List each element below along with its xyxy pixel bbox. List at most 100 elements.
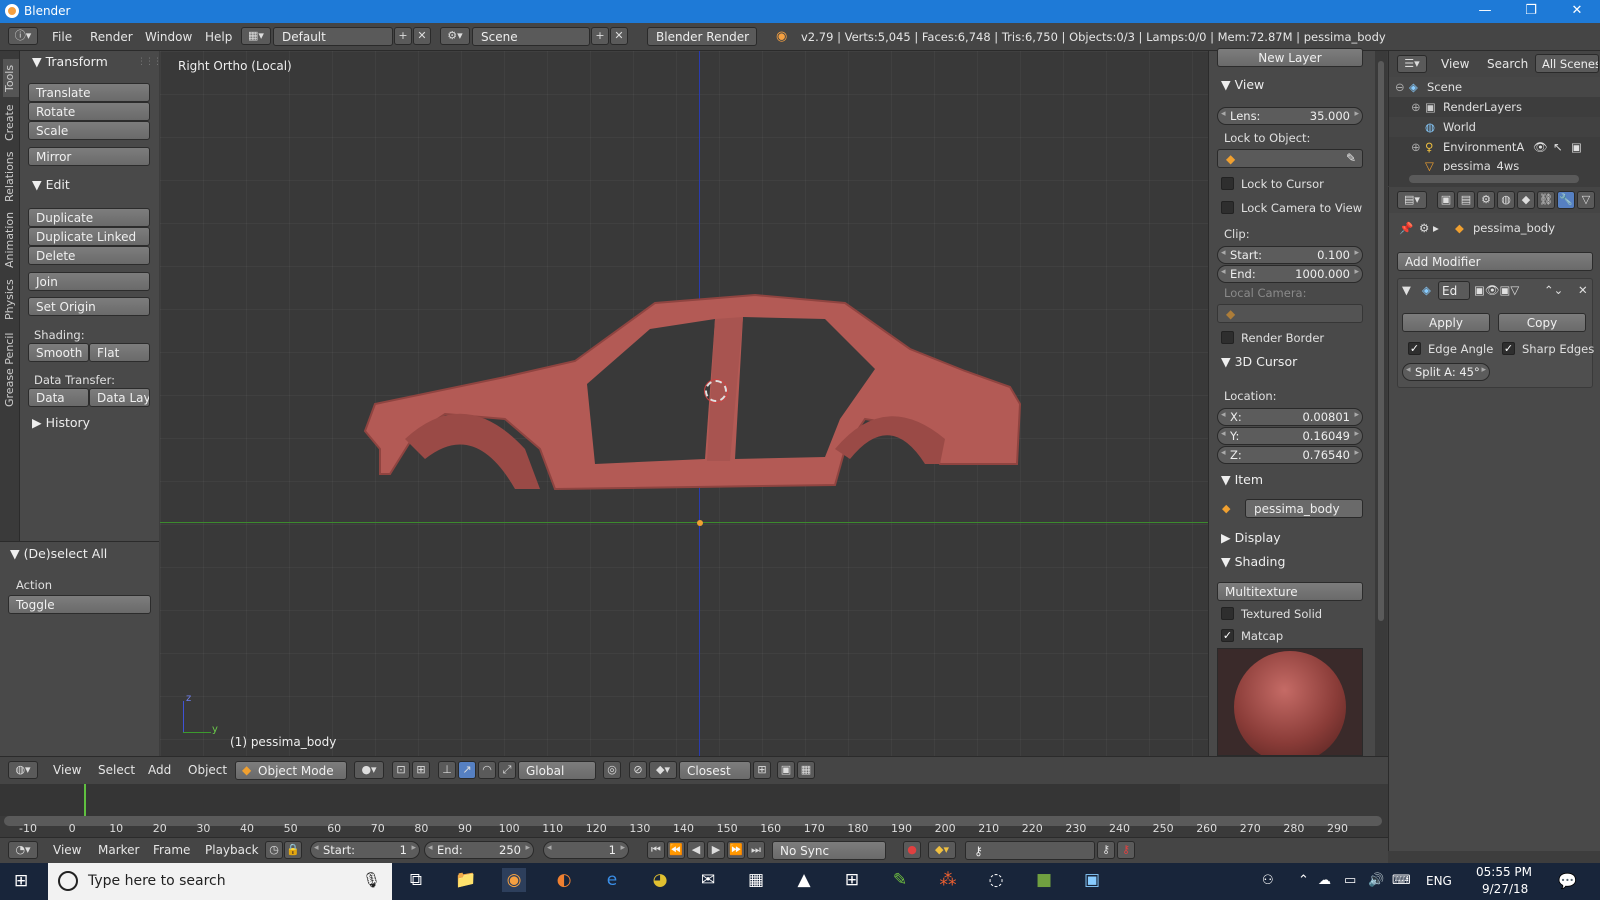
outliner-row-world[interactable]: ◍ World: [1389, 117, 1600, 137]
screen-layout-icon[interactable]: ▦▾: [241, 27, 271, 45]
3d-menu-object[interactable]: Object: [188, 763, 227, 777]
scene-icon[interactable]: ⚙▾: [440, 27, 470, 45]
delete-button[interactable]: Delete: [28, 246, 150, 265]
delete-keyframe-icon[interactable]: ⚷: [1117, 841, 1135, 859]
tab-animation[interactable]: Animation: [3, 209, 19, 271]
proportional-edit-icon[interactable]: ◎: [603, 761, 621, 779]
lock-object-field[interactable]: ◆ ✎: [1217, 149, 1363, 168]
preview-range-icon[interactable]: ◷: [265, 841, 283, 859]
lens-field[interactable]: Lens: 35.000: [1217, 107, 1363, 125]
textured-solid-checkbox[interactable]: [1221, 607, 1234, 620]
keyboard-icon[interactable]: ⌨: [1392, 873, 1411, 888]
3d-cursor-icon[interactable]: [705, 380, 727, 402]
start-frame-field[interactable]: Start: 1: [310, 841, 420, 859]
photos-icon[interactable]: ▲: [792, 868, 816, 892]
sync-mode-select[interactable]: No Sync: [772, 841, 886, 860]
display-panel-header[interactable]: ▶ Display: [1221, 530, 1281, 545]
select-arrow-icon[interactable]: ↖: [1553, 140, 1563, 154]
app-cycle-icon[interactable]: ◌: [984, 868, 1008, 892]
world-tab-icon[interactable]: ◍: [1497, 191, 1515, 209]
calculator-icon[interactable]: ▦: [744, 868, 768, 892]
timeline-menu-playback[interactable]: Playback: [205, 843, 259, 857]
visibility-eye-icon[interactable]: 👁: [1533, 140, 1548, 154]
scale-button[interactable]: Scale: [28, 121, 150, 140]
clock-date[interactable]: 9/27/18: [1482, 882, 1528, 896]
menu-file[interactable]: File: [52, 30, 72, 44]
display-mode-select[interactable]: All Scenes: [1535, 54, 1599, 73]
move-modifier-icons[interactable]: ⌃⌄: [1544, 283, 1563, 297]
set-origin-select[interactable]: Set Origin: [28, 297, 150, 316]
remove-scene-icon[interactable]: ✕: [610, 27, 628, 45]
view-panel-header[interactable]: ▼ View: [1221, 77, 1264, 92]
screen-layout-field[interactable]: Default: [273, 27, 393, 46]
onedrive-icon[interactable]: ☁: [1318, 873, 1331, 888]
outliner-row-environment[interactable]: ⊕ ♀ EnvironmentA 👁 ↖ ▣: [1389, 137, 1600, 157]
current-frame-line[interactable]: [84, 784, 86, 816]
sharp-edges-checkbox[interactable]: ✓: [1502, 342, 1515, 355]
outliner-row-scene[interactable]: ⊖ ◈ Scene: [1389, 77, 1600, 97]
join-button[interactable]: Join: [28, 272, 150, 291]
next-keyframe-icon[interactable]: ⏩: [727, 841, 745, 859]
object-name-field[interactable]: pessima_body: [1245, 499, 1363, 518]
3d-viewport[interactable]: Right Ortho (Local) z y (1) pessima_body: [160, 51, 1208, 756]
tab-tools[interactable]: Tools: [3, 59, 19, 97]
volume-icon[interactable]: 🔊: [1368, 873, 1384, 888]
add-layout-icon[interactable]: +: [394, 27, 412, 45]
action-select[interactable]: Toggle: [8, 595, 151, 614]
menu-help[interactable]: Help: [205, 30, 232, 44]
edit-panel-header[interactable]: ▼ Edit: [32, 177, 70, 192]
tab-physics[interactable]: Physics: [3, 275, 19, 325]
end-frame-field[interactable]: End: 250: [424, 841, 534, 859]
snap-element-icon[interactable]: ◆▾: [649, 761, 677, 779]
notifications-icon[interactable]: 💬: [1558, 872, 1577, 890]
cursor-x-field[interactable]: X: 0.00801: [1217, 408, 1363, 426]
render-preview-icon[interactable]: ▣: [777, 761, 795, 779]
menu-render[interactable]: Render: [90, 30, 133, 44]
cursor-z-field[interactable]: Z: 0.76540: [1217, 446, 1363, 464]
history-panel-header[interactable]: ▶ History: [32, 415, 90, 430]
firefox-icon[interactable]: ◐: [552, 868, 576, 892]
jump-end-icon[interactable]: ⏭: [747, 841, 765, 859]
data-layout-button[interactable]: Data Layo: [89, 388, 150, 407]
outliner-row-pessima[interactable]: ▽ pessima_4ws: [1389, 157, 1600, 171]
current-frame-field[interactable]: 1: [543, 841, 629, 859]
tab-grease-pencil[interactable]: Grease Pencil: [3, 329, 19, 411]
pivot-point-icon[interactable]: ⊡: [392, 761, 410, 779]
properties-editor-icon[interactable]: ▤▾: [1397, 191, 1427, 209]
collapse-modifier-icon[interactable]: ▼: [1402, 283, 1411, 297]
play-reverse-icon[interactable]: ◀: [687, 841, 705, 859]
timeline-menu-marker[interactable]: Marker: [98, 843, 139, 857]
modifiers-tab-icon[interactable]: 🔧: [1557, 191, 1575, 209]
lock-cursor-checkbox[interactable]: [1221, 177, 1234, 190]
render-camera-icon[interactable]: ▣: [1571, 140, 1582, 154]
data-tab-icon[interactable]: ▽: [1577, 191, 1595, 209]
outliner-search-menu[interactable]: Search: [1487, 57, 1528, 71]
edge-angle-checkbox[interactable]: ✓: [1408, 342, 1421, 355]
maximize-button[interactable]: ❐: [1508, 0, 1554, 23]
outliner-row-renderlayers[interactable]: ⊕ ▣ RenderLayers: [1389, 97, 1600, 117]
transform-panel-header[interactable]: ▼ Transform: [32, 54, 108, 69]
object-tab-icon[interactable]: ◆: [1517, 191, 1535, 209]
cursor-y-field[interactable]: Y: 0.16049: [1217, 427, 1363, 445]
manipulator-toggle-icon[interactable]: ⊥: [438, 761, 456, 779]
snap-target-select[interactable]: Closest: [679, 761, 751, 780]
mirror-button[interactable]: Mirror: [28, 147, 150, 166]
menu-window[interactable]: Window: [145, 30, 192, 44]
task-view-icon[interactable]: ⧉: [404, 868, 428, 892]
modifier-name-field[interactable]: Ed: [1438, 281, 1470, 300]
minimize-button[interactable]: —: [1462, 0, 1508, 23]
local-camera-field[interactable]: ◆: [1217, 304, 1363, 323]
rotate-button[interactable]: Rotate: [28, 102, 150, 121]
remove-modifier-icon[interactable]: ✕: [1578, 283, 1588, 297]
minecraft-icon[interactable]: ■: [1032, 868, 1056, 892]
taskbar-search-box[interactable]: Type here to search 🎙: [48, 863, 392, 900]
render-border-checkbox[interactable]: [1221, 331, 1234, 344]
layers-icon[interactable]: ⊞: [753, 761, 771, 779]
store-icon[interactable]: ⊞: [840, 868, 864, 892]
expand-icon[interactable]: ⊕: [1411, 100, 1421, 114]
tray-chevron-icon[interactable]: ⌃: [1298, 873, 1309, 888]
constraints-tab-icon[interactable]: ⛓: [1537, 191, 1555, 209]
outliner-editor-icon[interactable]: ☰▾: [1397, 55, 1427, 73]
split-angle-field[interactable]: Split A: 45°: [1402, 363, 1490, 381]
edge-icon[interactable]: e: [600, 868, 624, 892]
